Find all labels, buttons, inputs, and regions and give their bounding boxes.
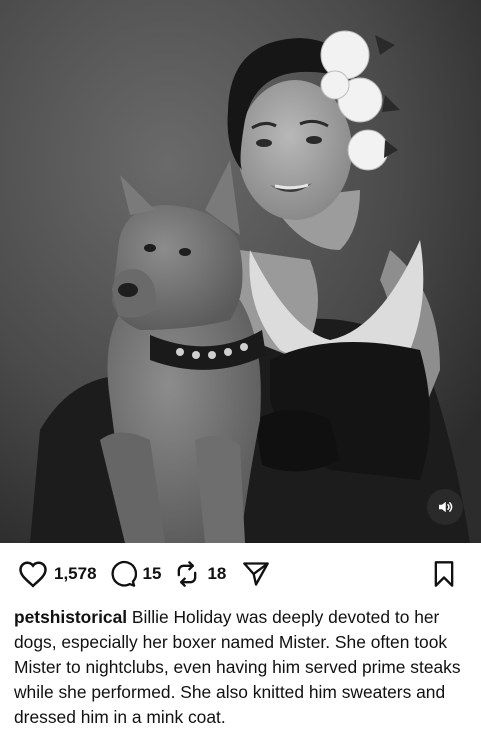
- post-image-container[interactable]: [0, 0, 481, 543]
- repost-count[interactable]: 18: [207, 564, 226, 584]
- action-bar: 1,578 15 18: [0, 543, 481, 605]
- audio-toggle-button[interactable]: [427, 489, 463, 525]
- repost-icon: [178, 561, 197, 587]
- like-button[interactable]: 1,578: [18, 560, 97, 588]
- post-caption: petshistorical Billie Holiday was deeply…: [0, 605, 481, 730]
- like-count[interactable]: 1,578: [54, 564, 97, 584]
- share-button[interactable]: [242, 560, 270, 588]
- repost-button[interactable]: 18: [173, 560, 226, 588]
- caption-username[interactable]: petshistorical: [14, 607, 127, 627]
- post-photo[interactable]: [0, 0, 481, 543]
- save-button[interactable]: [431, 560, 457, 593]
- send-icon: [243, 562, 270, 586]
- heart-icon: [19, 561, 47, 588]
- speaker-icon: [439, 501, 453, 513]
- comment-count[interactable]: 15: [143, 564, 162, 584]
- comment-button[interactable]: 15: [109, 560, 162, 588]
- comment-bubble-icon: [111, 560, 137, 587]
- bookmark-icon: [434, 561, 454, 587]
